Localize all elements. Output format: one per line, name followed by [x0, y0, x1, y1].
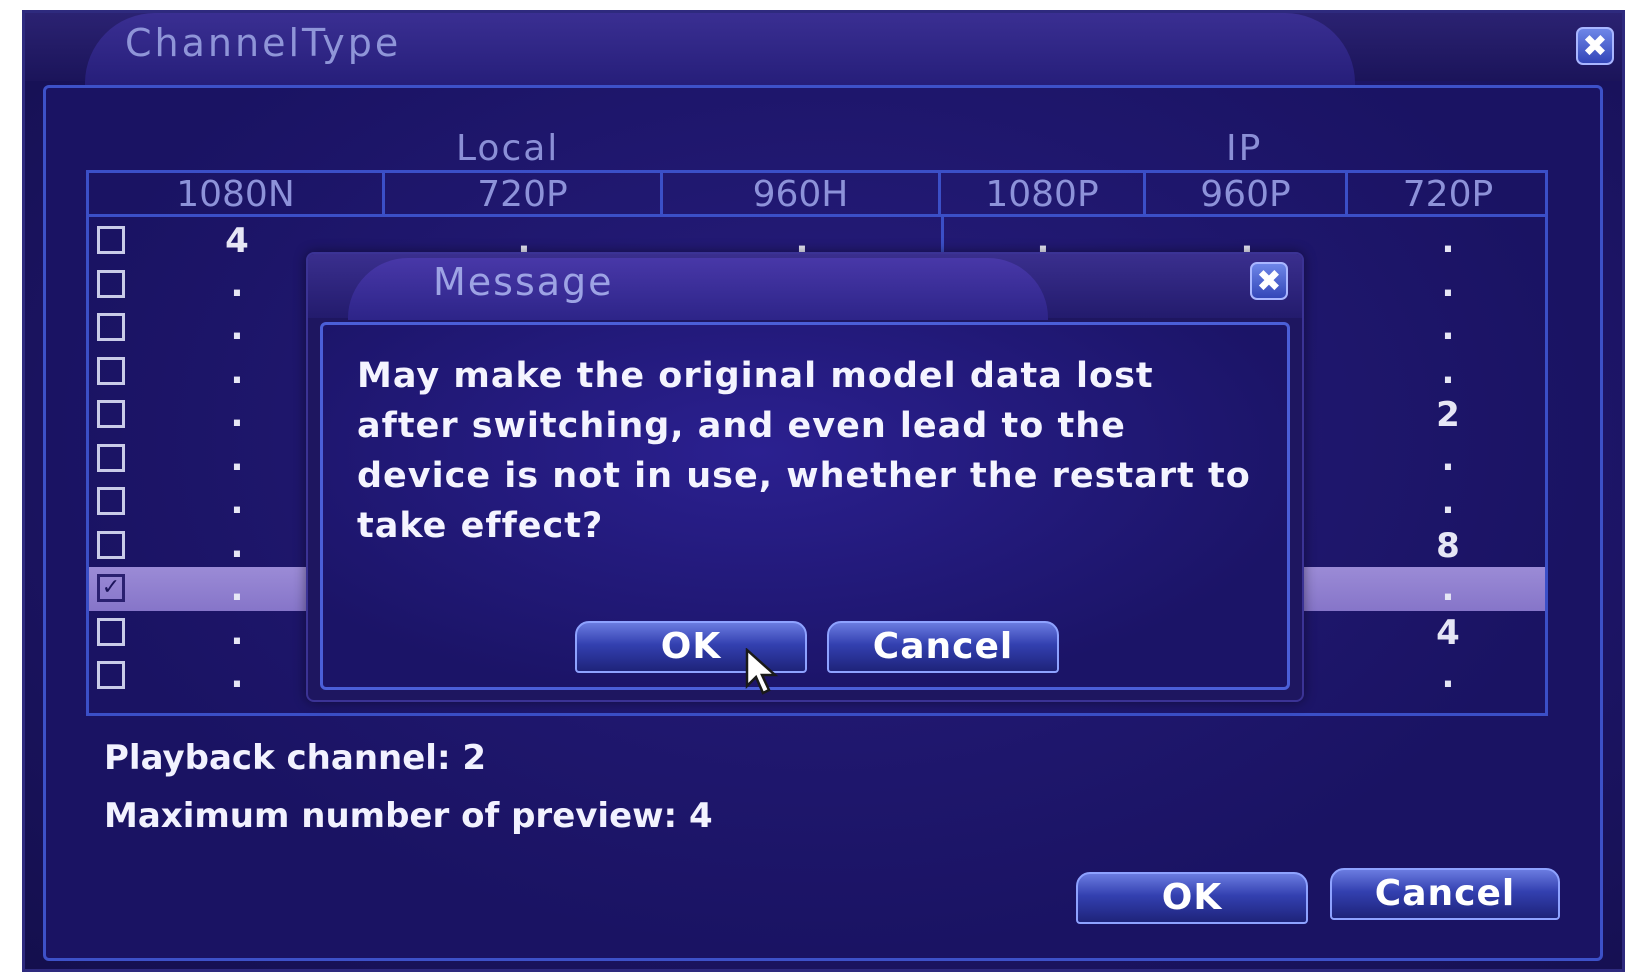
cell-ip720p: 4 [1436, 612, 1460, 653]
cell-ip720p: . [1441, 569, 1455, 609]
cell-ip720p: . [1441, 656, 1455, 696]
row-checkbox[interactable] [97, 400, 125, 428]
cell-c1080n: . [230, 395, 244, 435]
close-icon: ✖ [1256, 263, 1282, 299]
cell-c1080n: . [230, 482, 244, 522]
close-icon: ✖ [1582, 28, 1608, 64]
cancel-button[interactable]: Cancel [1330, 868, 1560, 920]
cell-ip720p: 8 [1436, 525, 1460, 566]
cell-c1080n: . [230, 351, 244, 392]
cell-c1080n: . [230, 264, 244, 305]
ok-button[interactable]: OK [1076, 872, 1308, 924]
message-dialog: Message ✖ May make the original model da… [306, 252, 1304, 702]
column-header-local-1080n: 1080N [89, 173, 385, 217]
cell-c1080n: . [230, 569, 244, 609]
column-header-ip-720p: 720P [1348, 173, 1548, 217]
column-header-ip-960p: 960P [1146, 173, 1348, 217]
row-checkbox[interactable] [97, 356, 125, 385]
row-checkbox[interactable] [97, 530, 125, 559]
row-checkbox[interactable] [97, 617, 125, 646]
column-header-local-960h: 960H [663, 173, 941, 217]
window-close-button[interactable]: ✖ [1576, 27, 1614, 65]
row-checkbox[interactable] [97, 313, 125, 341]
cell-ip720p: . [1441, 308, 1455, 348]
column-header-local-720p: 720P [385, 173, 663, 217]
row-checkbox[interactable] [97, 661, 125, 689]
message-titlebar: Message ✖ [308, 254, 1302, 320]
cell-c1080n: . [230, 656, 244, 696]
cell-ip720p: . [1441, 438, 1455, 479]
cell-ip720p: 2 [1436, 395, 1460, 435]
cell-c1080n: 4 [225, 221, 249, 261]
max-preview-text: Maximum number of preview: 4 [104, 796, 713, 836]
cell-c1080n: . [230, 525, 244, 566]
message-title: Message [433, 260, 614, 304]
cell-ip720p: . [1441, 264, 1455, 305]
cell-ip720p: . [1441, 351, 1455, 392]
column-header-ip-1080p: 1080P [941, 173, 1146, 217]
message-close-button[interactable]: ✖ [1250, 262, 1288, 300]
message-cancel-button[interactable]: Cancel [827, 621, 1059, 673]
cell-c1080n: . [230, 612, 244, 653]
message-text: May make the original model data lost af… [357, 356, 1251, 546]
window-titlebar: ChannelType ✖ [25, 13, 1622, 85]
cell-ip720p: . [1441, 221, 1455, 261]
row-checkbox[interactable] [97, 443, 125, 472]
row-checkbox[interactable]: ✓ [97, 574, 125, 602]
cell-ip720p: . [1441, 482, 1455, 522]
playback-channel-text: Playback channel: 2 [104, 738, 487, 778]
cell-c1080n: . [230, 438, 244, 479]
group-label-local: Local [456, 128, 560, 169]
row-checkbox[interactable] [97, 269, 125, 298]
group-label-ip: IP [1226, 128, 1263, 169]
cell-c1080n: . [230, 308, 244, 348]
row-checkbox[interactable] [97, 487, 125, 515]
row-checkbox[interactable] [97, 226, 125, 254]
message-body: May make the original model data lost af… [320, 322, 1290, 690]
window-title: ChannelType [125, 21, 402, 65]
